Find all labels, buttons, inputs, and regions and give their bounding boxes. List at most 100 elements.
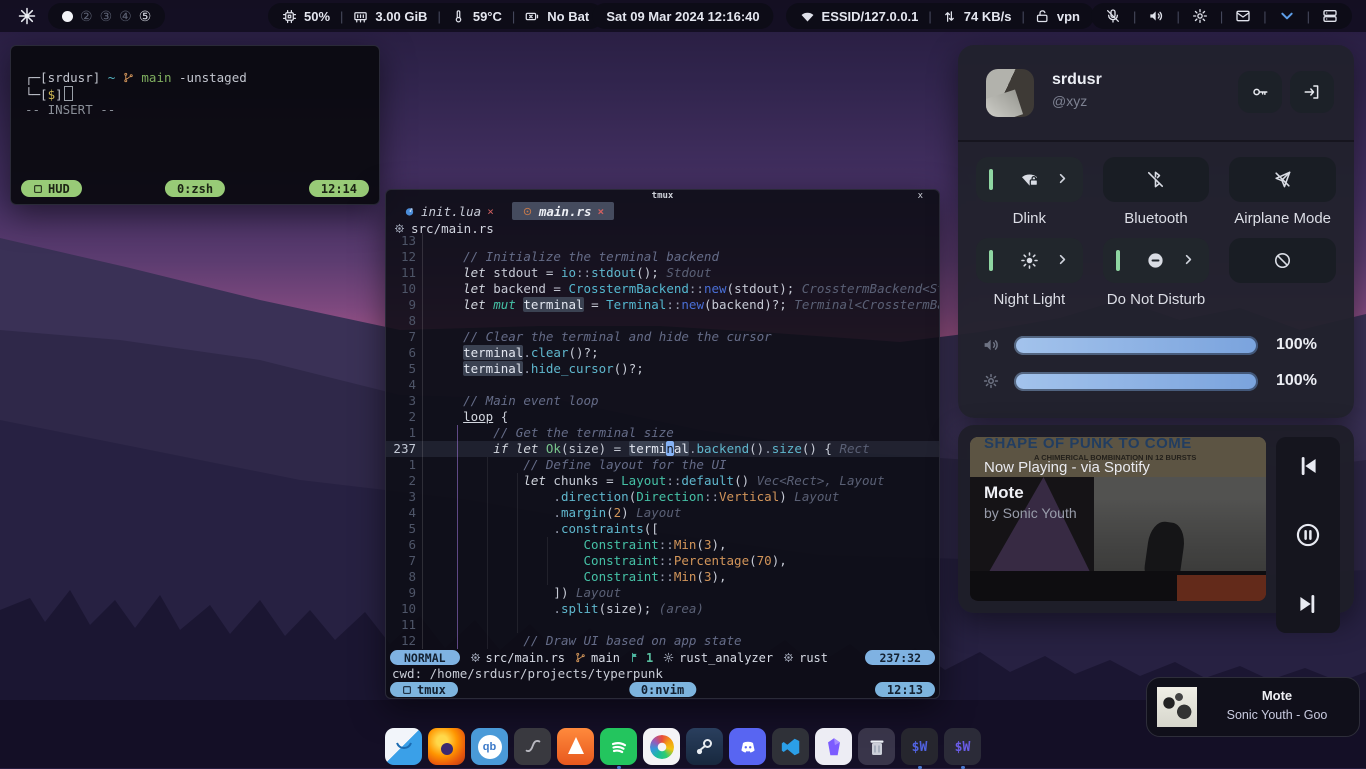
workspace-3[interactable]: ③: [100, 9, 113, 23]
code-line[interactable]: 5 .constraints([: [386, 521, 939, 537]
cursor-position: 237:32: [865, 650, 935, 665]
workspace-5[interactable]: ⑤: [139, 9, 152, 23]
dock-item-dollar-w-1[interactable]: $W: [901, 728, 938, 765]
editor-window[interactable]: tmux x init.lua×main.rs× src/main.rs 131…: [385, 189, 940, 699]
clock[interactable]: Sat 09 Mar 2024 12:16:40: [592, 3, 773, 29]
code-line-current[interactable]: 237 if let Ok(size) = terminal.backend()…: [386, 441, 939, 457]
speaker-icon[interactable]: [1148, 8, 1164, 24]
previous-track-button[interactable]: [1295, 453, 1321, 479]
code-line[interactable]: 11: [386, 617, 939, 633]
toggle-blocked[interactable]: [1229, 238, 1336, 283]
dock-item-firefox[interactable]: [428, 728, 465, 765]
terminal-window[interactable]: ┌─[srdusr] ~ main -unstaged └─[$] -- INS…: [10, 45, 380, 205]
line-number: 5: [386, 521, 423, 537]
workspace-4[interactable]: ④: [119, 9, 132, 23]
code-line[interactable]: 10 let backend = CrosstermBackend::new(s…: [386, 281, 939, 297]
toggle-bluetooth[interactable]: [1103, 157, 1210, 202]
speaker-slider[interactable]: [1014, 336, 1258, 355]
dock-item-obsidian[interactable]: [815, 728, 852, 765]
code-line[interactable]: 2 loop {: [386, 409, 939, 425]
mic-off-icon[interactable]: [1105, 8, 1121, 24]
keys-button[interactable]: [1238, 71, 1282, 113]
code-line[interactable]: 2 let chunks = Layout::default() Vec<Rec…: [386, 473, 939, 489]
code-line[interactable]: 12 // Initialize the terminal backend: [386, 249, 939, 265]
code-line[interactable]: 8 Constraint::Min(3),: [386, 569, 939, 585]
pane-icon: [33, 184, 43, 194]
chevron-right-icon[interactable]: [1056, 172, 1069, 185]
essid: ESSID/127.0.0.1: [822, 9, 919, 24]
active-indicator: [1116, 250, 1120, 271]
media-card: SHAPE OF PUNK TO COMEA CHIMERICAL BOMBIN…: [958, 425, 1354, 613]
distro-logo-icon[interactable]: [18, 7, 36, 25]
dock-item-steam[interactable]: [686, 728, 723, 765]
chevron-down-icon[interactable]: [1279, 8, 1295, 24]
code-line[interactable]: 6 Constraint::Min(3),: [386, 537, 939, 553]
dock-item-dark-swirl[interactable]: [514, 728, 551, 765]
tmux-status-left[interactable]: HUD: [21, 180, 82, 197]
code-line[interactable]: 6 terminal.clear()?;: [386, 345, 939, 361]
code-line[interactable]: 3 .direction(Direction::Vertical) Layout: [386, 489, 939, 505]
vpn-label: vpn: [1057, 9, 1080, 24]
logout-button[interactable]: [1290, 71, 1334, 113]
code-line[interactable]: 7 // Clear the terminal and hide the cur…: [386, 329, 939, 345]
pause-button[interactable]: [1295, 522, 1321, 548]
toggle-label: Bluetooth: [1124, 210, 1187, 228]
mail-icon[interactable]: [1235, 8, 1251, 24]
network-status[interactable]: ESSID/127.0.0.1 | 74 KB/s | vpn: [786, 3, 1094, 29]
code-area[interactable]: 1312 // Initialize the terminal backend1…: [386, 233, 939, 649]
lsp-name: rust_analyzer: [679, 651, 773, 665]
shell-prompt-line2: └─[$]: [25, 86, 73, 103]
tmux-window-name[interactable]: 0:zsh: [165, 180, 225, 197]
code-line[interactable]: 9 ]) Layout: [386, 585, 939, 601]
code-line[interactable]: 5 terminal.hide_cursor()?;: [386, 361, 939, 377]
toggle-dlink[interactable]: [976, 157, 1083, 202]
toggle-airplane-mode[interactable]: [1229, 157, 1336, 202]
code-line[interactable]: 7 Constraint::Percentage(70),: [386, 553, 939, 569]
dock-item-discord[interactable]: [729, 728, 766, 765]
tab-main.rs[interactable]: main.rs×: [512, 202, 614, 220]
code-line[interactable]: 4 .margin(2) Layout: [386, 505, 939, 521]
toggle-night-light[interactable]: [976, 238, 1083, 283]
dock-item-dollar-w-2[interactable]: $W: [944, 728, 981, 765]
code-line[interactable]: 9 let mut terminal = Terminal::new(backe…: [386, 297, 939, 313]
stack-icon[interactable]: [1322, 8, 1338, 24]
code-line[interactable]: 3 // Main event loop: [386, 393, 939, 409]
notification-popup[interactable]: Mote Sonic Youth - Goo: [1146, 677, 1360, 737]
tmux-session[interactable]: tmux: [390, 682, 458, 697]
dock-item-file-manager[interactable]: [385, 728, 422, 765]
code-line[interactable]: 1 // Define layout for the UI: [386, 457, 939, 473]
spotify-icon: [607, 735, 631, 759]
tab-close-icon[interactable]: ×: [487, 205, 494, 218]
tmux-window[interactable]: 0:nvim: [629, 682, 696, 697]
track-title: Mote: [984, 483, 1024, 503]
code-line[interactable]: 12 // Draw UI based on app state: [386, 633, 939, 649]
dock-item-vlc[interactable]: [557, 728, 594, 765]
tab-init.lua[interactable]: init.lua×: [394, 202, 504, 220]
code-line[interactable]: 4: [386, 377, 939, 393]
gear-icon[interactable]: [1192, 8, 1208, 24]
buffer-tabs: init.lua× main.rs×: [394, 202, 614, 220]
code-line[interactable]: 11 let stdout = io::stdout(); Stdout: [386, 265, 939, 281]
toggle-do-not-disturb[interactable]: [1103, 238, 1210, 283]
line-number: 12: [386, 249, 423, 265]
dock-item-qbittorrent[interactable]: qb: [471, 728, 508, 765]
workspace-switcher[interactable]: ②③④⑤: [48, 3, 165, 29]
code-line[interactable]: 8: [386, 313, 939, 329]
dock-item-spotify[interactable]: [600, 728, 637, 765]
track-artist: by Sonic Youth: [984, 505, 1077, 521]
chevron-right-icon[interactable]: [1182, 253, 1195, 266]
dock-item-photos[interactable]: [643, 728, 680, 765]
brightness-slider[interactable]: [1014, 372, 1258, 391]
dock-item-trash[interactable]: [858, 728, 895, 765]
dock: qb $W$W: [385, 728, 981, 765]
next-track-button[interactable]: [1295, 591, 1321, 617]
code-line[interactable]: 10 .split(size); (area): [386, 601, 939, 617]
workspace-2[interactable]: ②: [80, 9, 93, 23]
chevron-right-icon[interactable]: [1056, 253, 1069, 266]
window-close-button[interactable]: x: [918, 190, 923, 202]
code-line[interactable]: 13: [386, 233, 939, 249]
workspace-1[interactable]: [62, 11, 73, 22]
dock-item-vscode[interactable]: [772, 728, 809, 765]
tab-close-icon[interactable]: ×: [598, 205, 605, 218]
code-line[interactable]: 1 // Get the terminal size: [386, 425, 939, 441]
